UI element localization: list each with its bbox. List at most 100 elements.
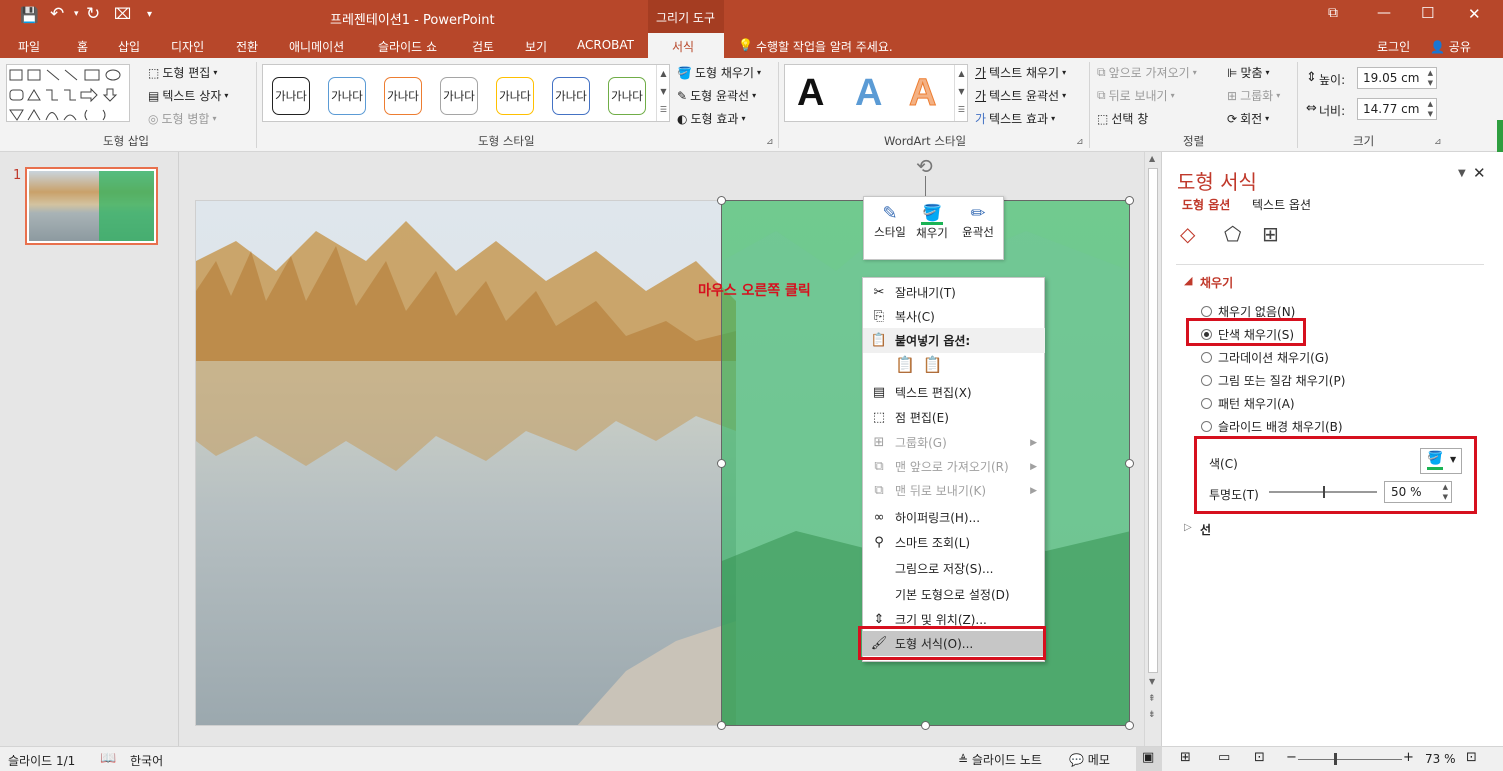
shape-style-preset[interactable]: 가나다 (328, 77, 366, 115)
scroll-up-icon[interactable]: ▲ (1149, 154, 1155, 163)
zoom-in-icon[interactable]: + (1403, 750, 1414, 765)
resize-handle[interactable] (717, 721, 726, 730)
pane-close-icon[interactable]: ✕ (1473, 164, 1486, 182)
tab-animations[interactable]: 애니메이션 (289, 38, 344, 55)
spelling-icon[interactable]: 📖 (100, 751, 116, 766)
mini-style-button[interactable]: ✎ 스타일 (870, 203, 910, 240)
context-menu-item-hyperlink[interactable]: ∞ 하이퍼링크(H)... (863, 505, 1045, 530)
shape-fill-button[interactable]: 🪣 도형 채우기 ▾ (677, 64, 761, 81)
shape-effects-button[interactable]: ◐ 도형 효과 ▾ (677, 110, 745, 127)
height-spinner[interactable]: ▲ ▼ (1428, 68, 1433, 88)
group-button[interactable]: ⊞ 그룹화 ▾ (1227, 87, 1280, 104)
context-menu-item-bring-front[interactable]: ⧉ 맨 앞으로 가져오기(R) ▶ (863, 454, 1045, 479)
dialog-launcher-icon[interactable]: ⊿ (766, 137, 774, 147)
context-menu-item-smart-lookup[interactable]: ⚲ 스마트 조회(L) (863, 530, 1045, 555)
language-status[interactable]: 한국어 (130, 752, 163, 769)
resize-handle[interactable] (921, 721, 930, 730)
mini-outline-button[interactable]: ✏ 윤곽선 (956, 203, 1000, 240)
slide-thumbnail[interactable] (25, 167, 158, 245)
ribbon-display-icon[interactable]: ⧉ (1328, 5, 1338, 21)
text-effects-button[interactable]: 가 텍스트 효과 ▾ (975, 110, 1055, 127)
fill-option-picture[interactable]: 그림 또는 질감 채우기(P) (1201, 372, 1345, 389)
rotate-handle-icon[interactable]: ⟲ (916, 154, 933, 178)
rotate-button[interactable]: ⟳ 회전 ▾ (1227, 110, 1269, 127)
prev-slide-icon[interactable]: ⇞ (1148, 694, 1156, 704)
dialog-launcher-icon[interactable]: ⊿ (1076, 137, 1084, 147)
scroll-down-icon[interactable]: ▼ (1149, 677, 1155, 686)
bring-forward-button[interactable]: ⧉ 앞으로 가져오기 ▾ (1097, 64, 1197, 81)
context-menu-item-item-11[interactable]: 기본 도형으로 설정(D) (863, 582, 1045, 607)
shape-style-preset[interactable]: 가나다 (552, 77, 590, 115)
text-outline-button[interactable]: 가 텍스트 윤곽선 ▾ (975, 87, 1066, 104)
height-field[interactable]: 19.05 cm ▲ ▼ (1357, 67, 1437, 89)
gallery-scroll[interactable]: ▲ ▼ ☰ (954, 65, 968, 121)
merge-shapes-button[interactable]: ◎ 도형 병합 ▾ (148, 110, 216, 127)
tab-shape-options[interactable]: 도형 옵션 (1182, 196, 1230, 213)
context-menu-item-item-10[interactable]: 그림으로 저장(S)... (863, 556, 1045, 581)
tab-acrobat[interactable]: ACROBAT (577, 38, 634, 52)
text-box-button[interactable]: ▤ 텍스트 상자 ▾ (148, 87, 228, 104)
slideshow-icon[interactable]: ⊡ (1254, 750, 1265, 765)
context-menu-item-edit-points[interactable]: ⬚ 점 편집(E) (863, 405, 1045, 430)
notes-button[interactable]: ≜ 슬라이드 노트 (958, 751, 1042, 768)
context-menu-item-send-back[interactable]: ⧉ 맨 뒤로 보내기(K) ▶ (863, 478, 1045, 503)
tab-review[interactable]: 검토 (472, 38, 494, 55)
paste-keep-format-icon[interactable]: 📋 (895, 355, 915, 374)
undo-dropdown-icon[interactable]: ▾ (74, 9, 79, 19)
resize-handle[interactable] (1125, 459, 1134, 468)
tab-text-options[interactable]: 텍스트 옵션 (1252, 196, 1311, 213)
collapse-fill-icon[interactable]: ◢ (1184, 274, 1192, 287)
width-field[interactable]: 14.77 cm ▲ ▼ (1357, 98, 1437, 120)
wordart-style-black[interactable]: A (797, 72, 824, 115)
text-fill-button[interactable]: 가 텍스트 채우기 ▾ (975, 64, 1066, 81)
resize-handle[interactable] (1125, 196, 1134, 205)
edit-shape-button[interactable]: ⬚ 도형 편집 ▾ (148, 64, 217, 81)
resize-handle[interactable] (717, 459, 726, 468)
dialog-launcher-icon[interactable]: ⊿ (1434, 137, 1442, 147)
shape-style-preset[interactable]: 가나다 (608, 77, 646, 115)
tab-file[interactable]: 파일 (18, 38, 40, 55)
redo-icon[interactable]: ↻ (86, 4, 100, 24)
maximize-button[interactable]: ☐ (1421, 4, 1434, 22)
align-button[interactable]: ⊫ 맞춤 ▾ (1227, 64, 1270, 81)
shape-outline-button[interactable]: ✎ 도형 윤곽선 ▾ (677, 87, 756, 104)
shape-style-preset[interactable]: 가나다 (272, 77, 310, 115)
zoom-thumb[interactable] (1334, 753, 1337, 765)
context-menu-item-group[interactable]: ⊞ 그룹화(G) ▶ (863, 430, 1045, 455)
fit-slide-icon[interactable]: ⊡ (1466, 750, 1477, 765)
normal-view-button[interactable]: ▣ (1136, 747, 1162, 771)
context-menu-item-text-edit[interactable]: ▤ 텍스트 편집(X) (863, 380, 1045, 405)
send-backward-button[interactable]: ⧉ 뒤로 보내기 ▾ (1097, 87, 1175, 104)
line-section-header[interactable]: 선 (1200, 521, 1211, 538)
effects-pentagon-icon[interactable]: ⬠ (1224, 222, 1241, 246)
size-properties-icon[interactable]: ⊞ (1262, 222, 1279, 246)
selection-pane-button[interactable]: ⬚ 선택 창 (1097, 110, 1148, 127)
shape-style-preset[interactable]: 가나다 (440, 77, 478, 115)
tab-insert[interactable]: 삽입 (118, 38, 140, 55)
save-icon[interactable]: 💾 (20, 6, 39, 24)
share-button[interactable]: 👤 공유 (1430, 38, 1471, 55)
tab-transitions[interactable]: 전환 (236, 38, 258, 55)
fill-line-icon[interactable]: ◇ (1180, 222, 1195, 246)
minimize-button[interactable]: — (1377, 5, 1391, 21)
slide-sorter-icon[interactable]: ⊞ (1180, 750, 1191, 765)
zoom-slider[interactable] (1298, 753, 1402, 765)
fill-section-header[interactable]: 채우기 (1200, 274, 1233, 291)
fill-option-slide-background[interactable]: 슬라이드 배경 채우기(B) (1201, 418, 1343, 435)
resize-handle[interactable] (1125, 721, 1134, 730)
fill-option-pattern[interactable]: 패턴 채우기(A) (1201, 395, 1295, 412)
gallery-scroll[interactable]: ▲ ▼ ☰ (656, 65, 670, 121)
shape-style-preset[interactable]: 가나다 (384, 77, 422, 115)
tab-format[interactable]: 서식 (648, 33, 724, 58)
context-menu-item-scissors[interactable]: ✂ 잘라내기(T) (863, 280, 1045, 305)
context-menu-item-paste[interactable]: 📋 붙여넣기 옵션: (863, 328, 1045, 353)
presentation-start-icon[interactable]: ⌧ (114, 5, 131, 23)
customize-toolbar-icon[interactable]: ▾ (147, 9, 152, 20)
close-button[interactable]: ✕ (1468, 5, 1481, 23)
width-spinner[interactable]: ▲ ▼ (1428, 99, 1433, 119)
wordart-style-blue[interactable]: A (855, 72, 882, 115)
shape-gallery[interactable] (6, 64, 130, 122)
vertical-scrollbar[interactable]: ▲ ▼ ⇞ ⇟ (1144, 152, 1161, 746)
tab-slideshow[interactable]: 슬라이드 쇼 (378, 38, 437, 55)
zoom-level[interactable]: 73 % (1425, 752, 1456, 766)
